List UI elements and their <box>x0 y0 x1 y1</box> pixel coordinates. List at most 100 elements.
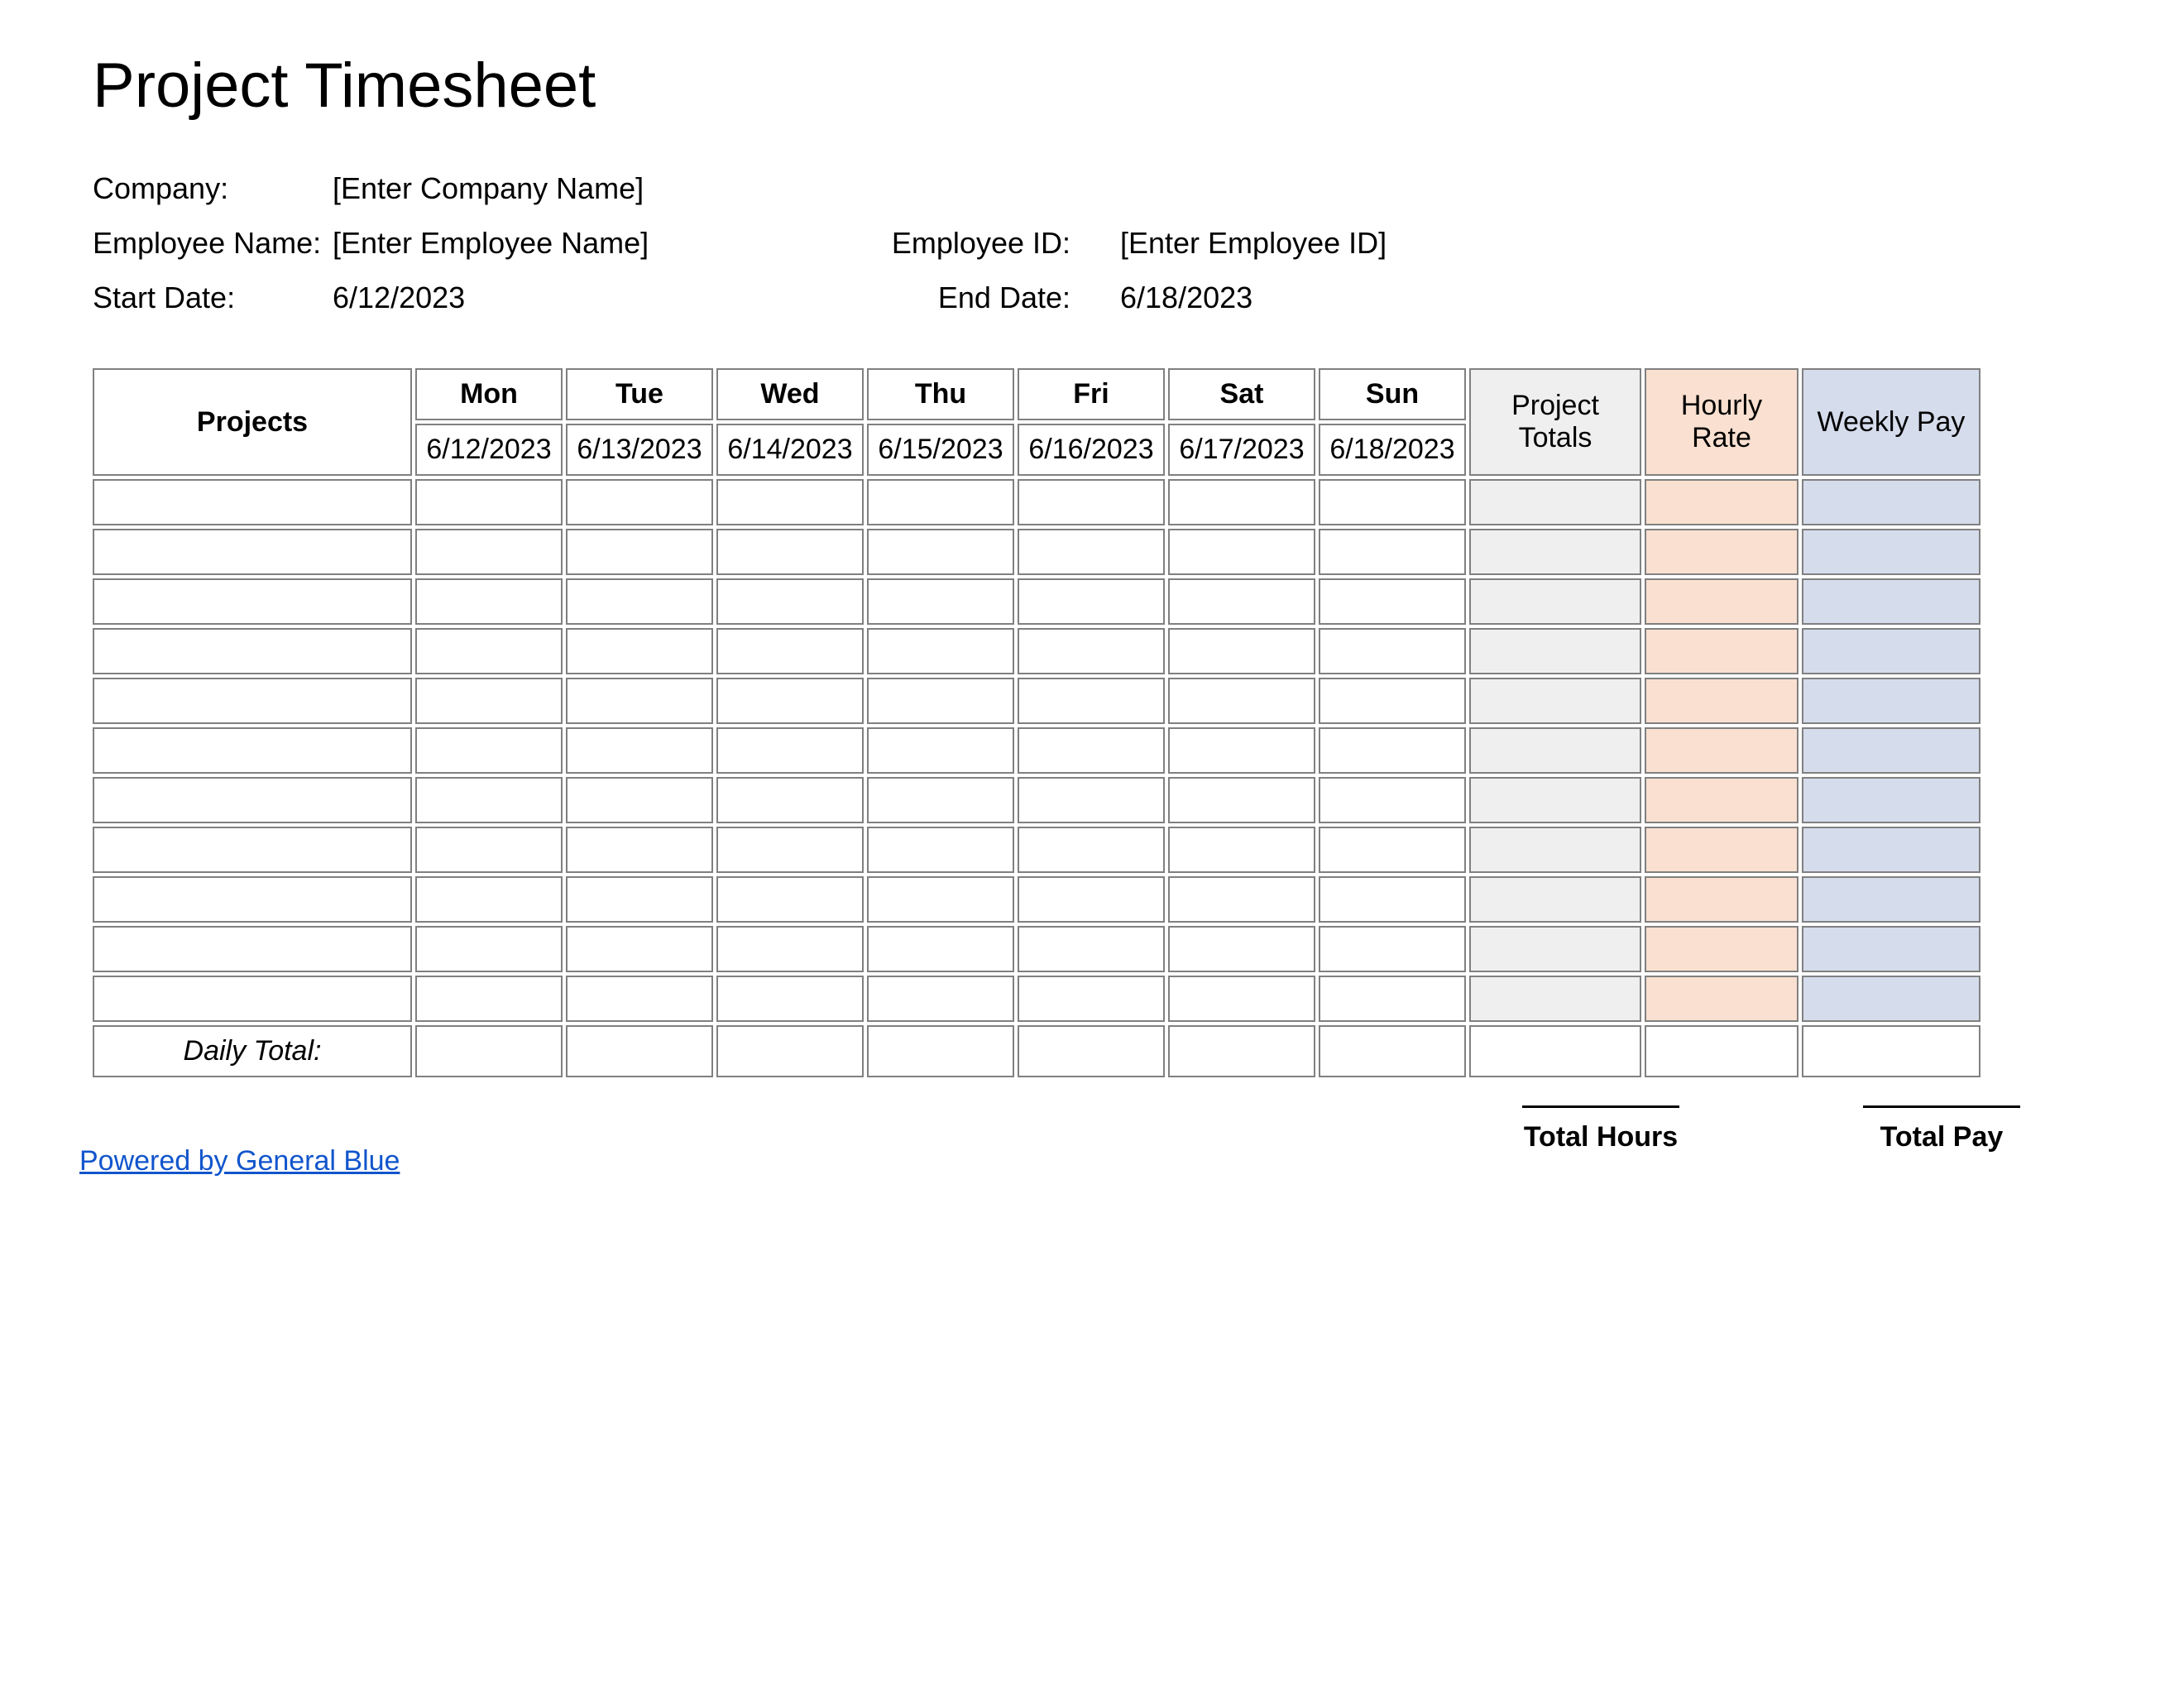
hours-cell[interactable] <box>566 926 713 972</box>
hours-cell[interactable] <box>415 926 563 972</box>
hours-cell[interactable] <box>1168 578 1315 625</box>
project-name-cell[interactable] <box>93 628 412 674</box>
employee-name-value[interactable]: [Enter Employee Name] <box>333 226 796 261</box>
hours-cell[interactable] <box>415 529 563 575</box>
hours-cell[interactable] <box>867 678 1014 724</box>
hours-cell[interactable] <box>716 777 864 823</box>
hourly-rate-cell[interactable] <box>1645 777 1798 823</box>
employee-id-value[interactable]: [Enter Employee ID] <box>1120 226 1583 261</box>
hours-cell[interactable] <box>566 628 713 674</box>
hours-cell[interactable] <box>566 827 713 873</box>
hours-cell[interactable] <box>1319 827 1466 873</box>
project-name-cell[interactable] <box>93 529 412 575</box>
hours-cell[interactable] <box>867 827 1014 873</box>
hours-cell[interactable] <box>1018 976 1165 1022</box>
hours-cell[interactable] <box>566 529 713 575</box>
hours-cell[interactable] <box>1168 529 1315 575</box>
hourly-rate-cell[interactable] <box>1645 578 1798 625</box>
hours-cell[interactable] <box>716 727 864 774</box>
hours-cell[interactable] <box>1168 976 1315 1022</box>
end-date-value[interactable]: 6/18/2023 <box>1120 281 1583 315</box>
project-name-cell[interactable] <box>93 727 412 774</box>
hours-cell[interactable] <box>1168 777 1315 823</box>
project-name-cell[interactable] <box>93 777 412 823</box>
hours-cell[interactable] <box>1018 876 1165 923</box>
hours-cell[interactable] <box>415 827 563 873</box>
hours-cell[interactable] <box>1018 926 1165 972</box>
hours-cell[interactable] <box>1018 479 1165 525</box>
start-date-value[interactable]: 6/12/2023 <box>333 281 796 315</box>
hours-cell[interactable] <box>716 578 864 625</box>
hours-cell[interactable] <box>1319 529 1466 575</box>
hours-cell[interactable] <box>867 479 1014 525</box>
hours-cell[interactable] <box>716 926 864 972</box>
hours-cell[interactable] <box>566 578 713 625</box>
hourly-rate-cell[interactable] <box>1645 926 1798 972</box>
hourly-rate-cell[interactable] <box>1645 678 1798 724</box>
hourly-rate-cell[interactable] <box>1645 628 1798 674</box>
hours-cell[interactable] <box>1168 827 1315 873</box>
hours-cell[interactable] <box>1168 876 1315 923</box>
hours-cell[interactable] <box>415 727 563 774</box>
hours-cell[interactable] <box>1018 777 1165 823</box>
hours-cell[interactable] <box>716 827 864 873</box>
hours-cell[interactable] <box>1319 578 1466 625</box>
hours-cell[interactable] <box>716 529 864 575</box>
hours-cell[interactable] <box>716 479 864 525</box>
hours-cell[interactable] <box>566 777 713 823</box>
hours-cell[interactable] <box>1168 727 1315 774</box>
hourly-rate-cell[interactable] <box>1645 479 1798 525</box>
hours-cell[interactable] <box>415 479 563 525</box>
hours-cell[interactable] <box>867 529 1014 575</box>
hours-cell[interactable] <box>867 876 1014 923</box>
hourly-rate-cell[interactable] <box>1645 827 1798 873</box>
hours-cell[interactable] <box>415 678 563 724</box>
hours-cell[interactable] <box>566 479 713 525</box>
hourly-rate-cell[interactable] <box>1645 529 1798 575</box>
hours-cell[interactable] <box>1018 628 1165 674</box>
hours-cell[interactable] <box>1018 827 1165 873</box>
hours-cell[interactable] <box>415 628 563 674</box>
project-name-cell[interactable] <box>93 926 412 972</box>
hours-cell[interactable] <box>1319 926 1466 972</box>
hours-cell[interactable] <box>867 926 1014 972</box>
project-name-cell[interactable] <box>93 827 412 873</box>
hours-cell[interactable] <box>867 777 1014 823</box>
hours-cell[interactable] <box>566 727 713 774</box>
hours-cell[interactable] <box>566 876 713 923</box>
hours-cell[interactable] <box>1018 578 1165 625</box>
hours-cell[interactable] <box>1319 727 1466 774</box>
hours-cell[interactable] <box>415 876 563 923</box>
project-name-cell[interactable] <box>93 876 412 923</box>
hours-cell[interactable] <box>415 976 563 1022</box>
hours-cell[interactable] <box>867 578 1014 625</box>
project-name-cell[interactable] <box>93 976 412 1022</box>
hours-cell[interactable] <box>716 876 864 923</box>
hours-cell[interactable] <box>566 678 713 724</box>
hours-cell[interactable] <box>1319 628 1466 674</box>
hours-cell[interactable] <box>1018 678 1165 724</box>
hours-cell[interactable] <box>716 628 864 674</box>
project-name-cell[interactable] <box>93 479 412 525</box>
hours-cell[interactable] <box>867 628 1014 674</box>
hours-cell[interactable] <box>867 976 1014 1022</box>
hours-cell[interactable] <box>1168 628 1315 674</box>
project-name-cell[interactable] <box>93 678 412 724</box>
hours-cell[interactable] <box>415 777 563 823</box>
hours-cell[interactable] <box>1018 529 1165 575</box>
hours-cell[interactable] <box>1168 678 1315 724</box>
hours-cell[interactable] <box>1319 678 1466 724</box>
powered-by-link[interactable]: Powered by General Blue <box>79 1145 400 1177</box>
hours-cell[interactable] <box>566 976 713 1022</box>
hours-cell[interactable] <box>867 727 1014 774</box>
hours-cell[interactable] <box>1168 479 1315 525</box>
hourly-rate-cell[interactable] <box>1645 876 1798 923</box>
hours-cell[interactable] <box>1018 727 1165 774</box>
hourly-rate-cell[interactable] <box>1645 727 1798 774</box>
hours-cell[interactable] <box>1319 479 1466 525</box>
hours-cell[interactable] <box>1319 876 1466 923</box>
hours-cell[interactable] <box>716 678 864 724</box>
hours-cell[interactable] <box>1168 926 1315 972</box>
hours-cell[interactable] <box>1319 777 1466 823</box>
company-value[interactable]: [Enter Company Name] <box>333 171 796 206</box>
